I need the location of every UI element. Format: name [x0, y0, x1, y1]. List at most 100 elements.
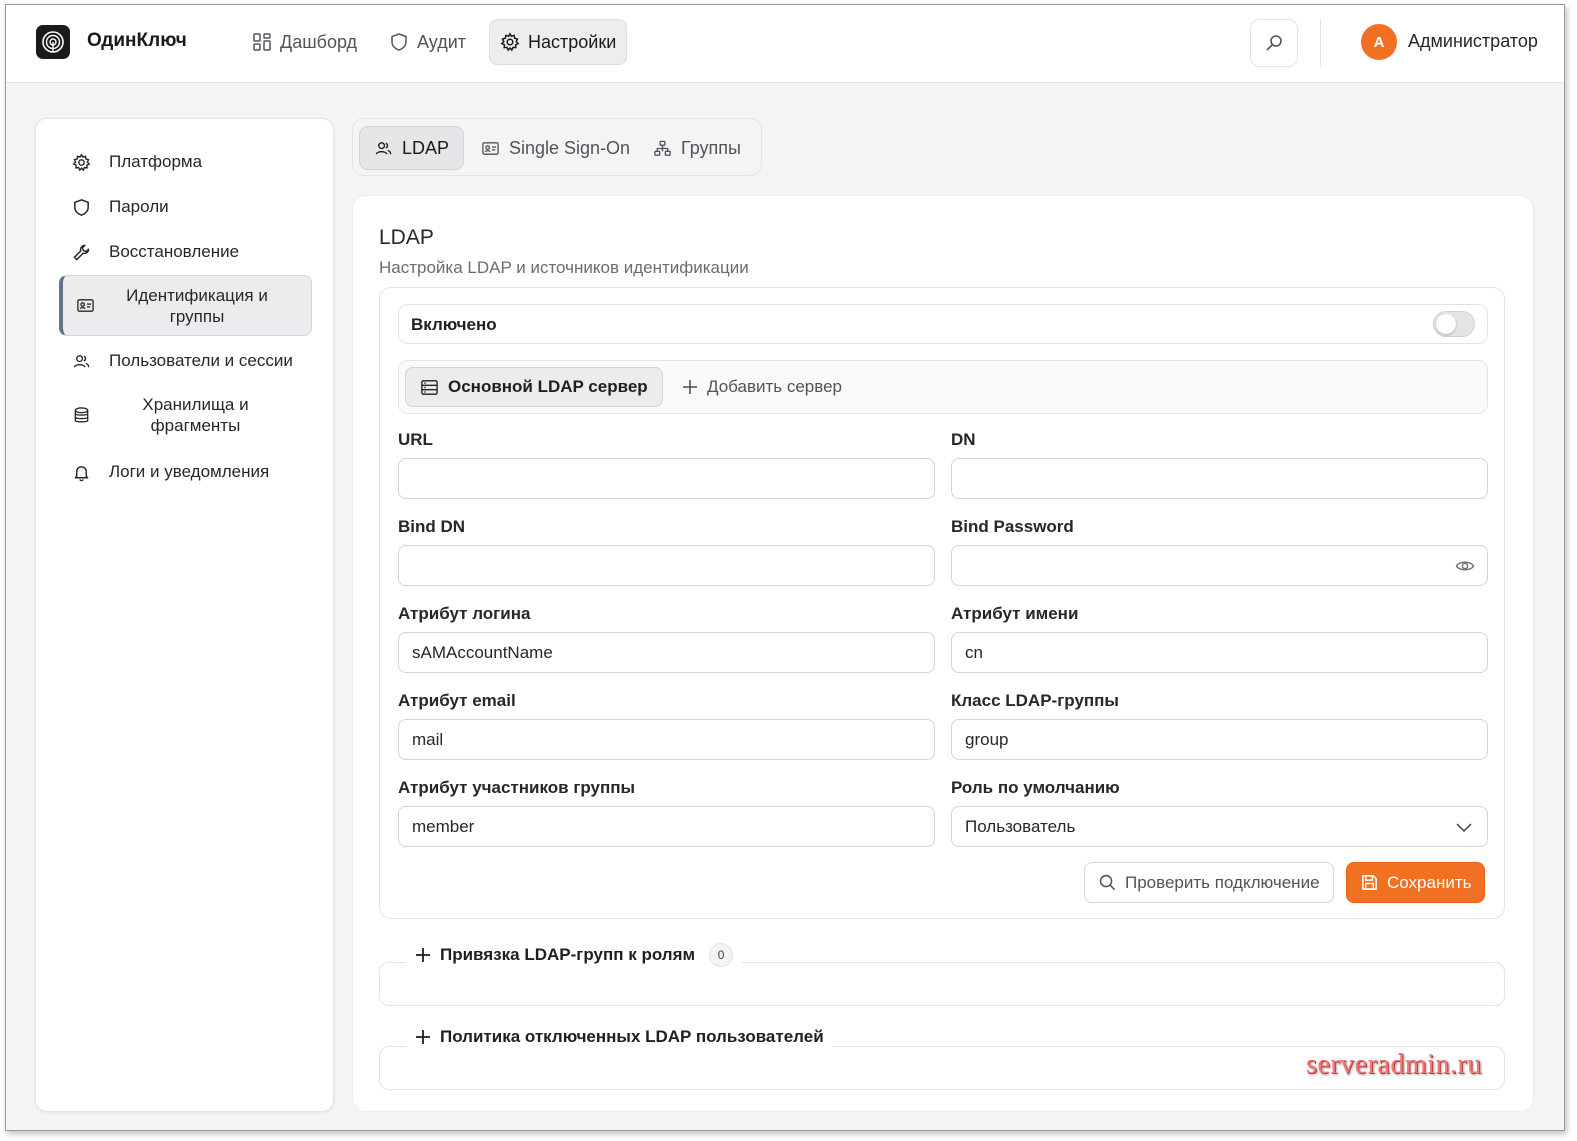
settings-tabs: LDAP Single Sign-On Группы [352, 118, 762, 176]
email-attr-label: Атрибут email [398, 691, 516, 710]
default-role-label: Роль по умолчанию [951, 778, 1120, 797]
watermark: serveradmin.ru [1306, 1049, 1482, 1080]
bell-icon [74, 465, 88, 481]
save-label: Сохранить [1387, 872, 1472, 892]
search-icon [1266, 35, 1282, 51]
plus-icon [416, 948, 430, 962]
tab-ldap[interactable]: LDAP [359, 126, 465, 170]
sidebar-item-storage-fragments[interactable]: Хранилища и фрагменты [59, 392, 312, 438]
login-attr-field[interactable]: sAMAccountName [398, 632, 935, 673]
dn-label: DN [951, 430, 976, 449]
nav-settings-label: Настройки [528, 31, 617, 52]
dn-field[interactable] [951, 458, 1488, 499]
url-field[interactable] [398, 458, 935, 499]
search-icon [1099, 874, 1116, 891]
login-attr-label: Атрибут логина [398, 604, 531, 623]
sidebar-item-passwords[interactable]: Пароли [59, 194, 312, 220]
add-server-label: Добавить сервер [707, 377, 843, 396]
user-name[interactable]: Администратор [1408, 31, 1538, 52]
section-title: Политика отключенных LDAP пользователей [440, 1027, 824, 1046]
avatar[interactable]: А [1361, 24, 1397, 60]
shield-icon [391, 33, 407, 51]
header-divider [1320, 19, 1321, 67]
sidebar-item-label: Хранилища и фрагменты [142, 395, 249, 435]
ldap-group-role-mapping-toggle[interactable]: Привязка LDAP-групп к ролям 0 [406, 943, 742, 967]
id-card-icon [76, 299, 94, 312]
name-attr-field[interactable]: cn [951, 632, 1488, 673]
page-title: LDAP [379, 226, 434, 249]
chevron-down-icon [1456, 823, 1472, 833]
sidebar-item-identity-groups[interactable]: Идентификация и группы [59, 275, 312, 336]
users-icon [375, 141, 392, 154]
enabled-row: Включено [398, 304, 1488, 344]
default-role-value: Пользователь [965, 816, 1076, 836]
fingerprint-icon [42, 31, 64, 53]
toggle-knob [1436, 314, 1456, 334]
test-connection-button[interactable]: Проверить подключение [1084, 862, 1334, 903]
database-icon [74, 406, 88, 422]
nav-audit-label: Аудит [417, 31, 467, 52]
sidebar-item-label: Платформа [109, 152, 203, 171]
bind-dn-label: Bind DN [398, 517, 466, 536]
group-class-field[interactable]: group [951, 719, 1488, 760]
search-button[interactable] [1250, 19, 1298, 67]
wrench-icon [73, 244, 89, 260]
tab-sso[interactable]: Single Sign-On [467, 126, 644, 170]
test-connection-label: Проверить подключение [1125, 872, 1320, 892]
email-attr-field[interactable]: mail [398, 719, 935, 760]
app-logo[interactable] [36, 25, 70, 59]
nav-dashboard-label: Дашборд [280, 31, 358, 52]
sidebar-item-users-sessions[interactable]: Пользователи и сессии [59, 348, 312, 374]
group-class-label: Класс LDAP-группы [951, 691, 1119, 710]
member-attr-label: Атрибут участников группы [398, 778, 636, 797]
nav-settings[interactable]: Настройки [489, 19, 628, 65]
section-title: Привязка LDAP-групп к ролям [440, 945, 696, 964]
bind-password-label: Bind Password [951, 517, 1074, 536]
server-tabs: Основной LDAP сервер Добавить сервер [398, 360, 1488, 414]
sidebar-item-platform[interactable]: Платформа [59, 149, 312, 175]
eye-icon[interactable] [1455, 557, 1475, 575]
nav-dashboard[interactable]: Дашборд [242, 19, 367, 65]
count-badge: 0 [709, 943, 734, 967]
plus-icon [416, 1030, 430, 1044]
tab-sso-label: Single Sign-On [509, 137, 631, 158]
add-server-button[interactable]: Добавить сервер [681, 367, 842, 407]
server-tab-primary[interactable]: Основной LDAP сервер [405, 367, 663, 407]
ldap-card: LDAP Настройка LDAP и источников идентиф… [352, 195, 1534, 1112]
ldap-settings-panel: Включено Основной LDAP сервер Добавить с… [379, 287, 1505, 919]
sidebar-item-label: Логи и уведомления [109, 462, 270, 481]
top-header: ОдинКлюч Дашборд Аудит Настройки А Админ… [6, 5, 1564, 83]
tab-ldap-label: LDAP [402, 137, 450, 158]
enabled-label: Включено [411, 315, 497, 334]
ldap-group-role-mapping-section: Привязка LDAP-групп к ролям 0 [379, 943, 1505, 1006]
settings-sidebar: Платформа Пароли Восстановление Идентифи… [35, 118, 334, 1112]
sidebar-item-logs-notifications[interactable]: Логи и уведомления [59, 459, 312, 485]
network-icon [654, 140, 671, 156]
users-icon [73, 354, 89, 367]
app-window: ОдинКлюч Дашборд Аудит Настройки А Админ… [5, 4, 1565, 1131]
bind-password-field[interactable] [951, 545, 1488, 586]
sidebar-item-label: Идентификация и группы [126, 285, 268, 326]
url-label: URL [398, 430, 433, 449]
tab-groups[interactable]: Группы [639, 126, 755, 170]
gear-icon [71, 152, 91, 171]
bind-dn-field[interactable] [398, 545, 935, 586]
enabled-toggle[interactable] [1433, 311, 1475, 337]
page-subtitle: Настройка LDAP и источников идентификаци… [379, 258, 749, 277]
id-card-icon [482, 141, 499, 155]
nav-audit[interactable]: Аудит [379, 19, 476, 65]
server-icon [421, 379, 438, 395]
server-tab-label: Основной LDAP сервер [448, 377, 648, 396]
save-icon [1362, 875, 1377, 890]
sidebar-item-label: Восстановление [109, 242, 240, 261]
name-attr-label: Атрибут имени [951, 604, 1079, 623]
member-attr-field[interactable]: member [398, 806, 935, 847]
sidebar-item-label: Пользователи и сессии [109, 351, 293, 370]
sidebar-item-label: Пароли [109, 197, 169, 216]
save-button[interactable]: Сохранить [1346, 862, 1486, 903]
disabled-users-policy-toggle[interactable]: Политика отключенных LDAP пользователей [406, 1027, 832, 1047]
default-role-select[interactable]: Пользователь [951, 806, 1488, 847]
sidebar-item-recovery[interactable]: Восстановление [59, 239, 312, 265]
app-brand: ОдинКлюч [87, 30, 187, 51]
dashboard-icon [253, 33, 271, 51]
